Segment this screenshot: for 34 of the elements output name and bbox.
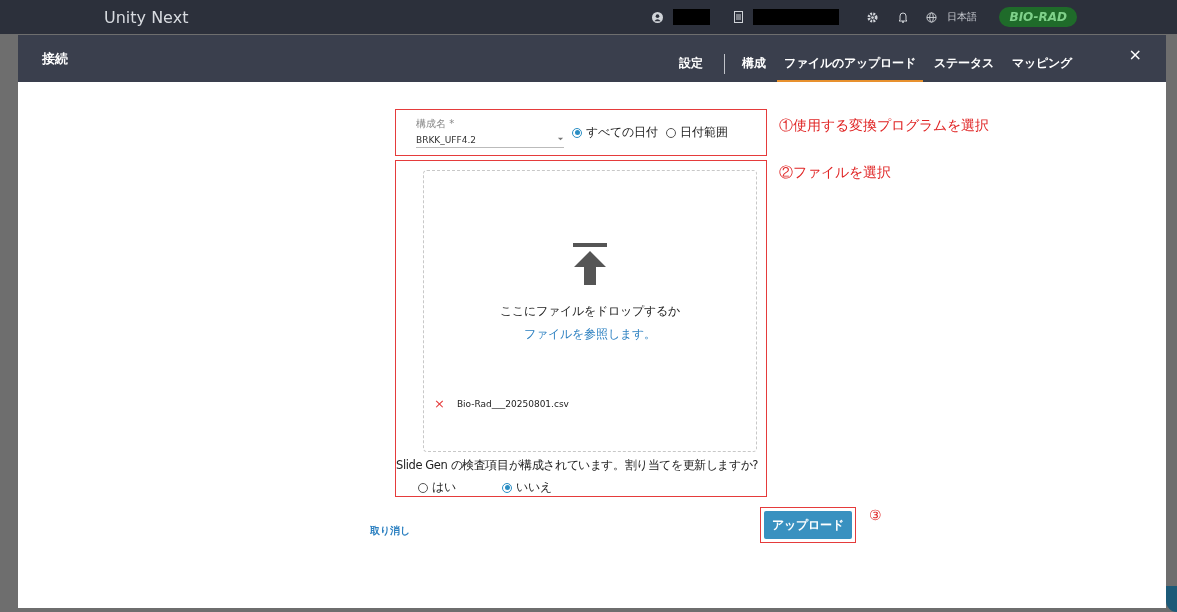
radio-option[interactable]: いいえ [502, 479, 552, 496]
settings-icon[interactable] [867, 11, 879, 23]
caret-icon[interactable] [557, 135, 564, 142]
company-logo: BIO-RAD [999, 7, 1077, 27]
radio-option[interactable]: すべての日付 [572, 124, 658, 141]
config-select[interactable]: 構成名 * BRKK_UFF4.2 [416, 117, 564, 148]
radio-option[interactable]: はい [418, 479, 456, 496]
redaction-bar [673, 9, 711, 25]
bell-icon[interactable] [898, 11, 909, 23]
tab[interactable]: マッピング [1004, 56, 1079, 82]
tab[interactable]: ステータス [926, 56, 1001, 82]
tab[interactable]: ファイルのアップロード [776, 56, 923, 82]
drop-zone[interactable]: ここにファイルをドロップするか ファイルを参照します。 × Bio-Rad___20250801.csv [423, 170, 757, 452]
cancel-link[interactable]: 取り消し [370, 524, 410, 538]
upload-icon [573, 243, 607, 285]
close-button[interactable]: × [1128, 45, 1142, 64]
language-label[interactable]: 日本語 [947, 10, 978, 24]
annotation-text: ③ [869, 507, 882, 523]
radio-option[interactable]: 日付範囲 [666, 124, 728, 141]
tab[interactable]: 設定 [671, 56, 710, 82]
question-text: Slide Gen の検査項目が構成されています。割り当てを更新しますか? [396, 458, 759, 473]
document-icon[interactable] [734, 11, 744, 23]
upload-button[interactable]: アップロード [764, 511, 852, 539]
app-title: Unity Next [104, 7, 189, 27]
tab[interactable]: 構成 [734, 56, 773, 82]
annotation-text: ②ファイルを選択 [779, 164, 891, 182]
annotation-text: ①使用する変換プログラムを選択 [779, 117, 989, 135]
drop-prompt: ここにファイルをドロップするか [500, 303, 680, 320]
globe-icon[interactable] [926, 11, 938, 23]
file-name: Bio-Rad___20250801.csv [456, 398, 569, 409]
dialog-title: 接続 [42, 50, 68, 68]
browse-link[interactable]: ファイルを参照します。 [524, 326, 656, 343]
user-icon[interactable] [652, 11, 664, 23]
remove-button[interactable]: × [434, 396, 445, 411]
